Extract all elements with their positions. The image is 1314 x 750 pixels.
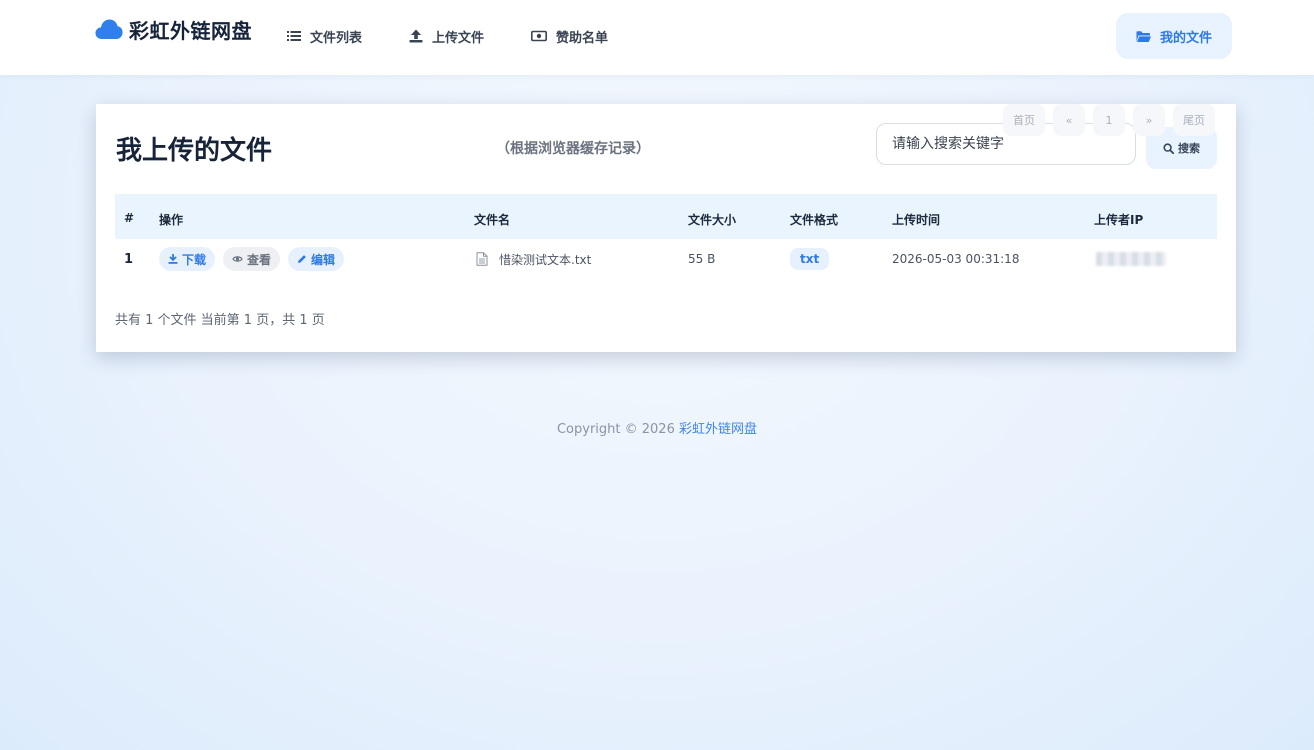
edit-button[interactable]: 编辑 bbox=[288, 247, 345, 271]
column-header-upload-time: 上传时间 bbox=[892, 213, 941, 227]
search-button-label: 搜索 bbox=[1178, 142, 1200, 155]
top-navbar: 彩虹外链网盘 文件列表 上传文件 赞助名单 我的文件 bbox=[0, 0, 1314, 75]
brand[interactable]: 彩虹外链网盘 bbox=[95, 15, 252, 43]
last-page-button[interactable]: 尾页 bbox=[1173, 104, 1215, 136]
nav-my-files-label: 我的文件 bbox=[1159, 30, 1212, 46]
row-index: 1 bbox=[124, 251, 134, 267]
cloud-icon bbox=[95, 19, 123, 39]
next-page-button[interactable]: » bbox=[1133, 104, 1165, 136]
blurred-ip bbox=[1096, 252, 1166, 266]
search-icon bbox=[1163, 142, 1174, 154]
column-header-format: 文件格式 bbox=[790, 213, 839, 227]
page-number-button[interactable]: 1 bbox=[1093, 104, 1125, 136]
nav-my-files-button[interactable]: 我的文件 bbox=[1116, 13, 1232, 59]
pencil-icon bbox=[298, 255, 306, 263]
folder-open-icon bbox=[1136, 30, 1151, 42]
column-header-actions: 操作 bbox=[159, 213, 184, 227]
row-uploader-ip bbox=[1096, 239, 1166, 279]
nav-item-label: 文件列表 bbox=[310, 30, 363, 46]
footer-brand-link[interactable]: 彩虹外链网盘 bbox=[679, 422, 757, 437]
page-title: 我上传的文件 bbox=[116, 136, 273, 166]
nav-item-label: 上传文件 bbox=[432, 30, 485, 46]
download-button[interactable]: 下载 bbox=[159, 247, 216, 271]
file-name-link[interactable]: 惜染测试文本.txt bbox=[499, 251, 591, 268]
footer: Copyright © 2026 彩虹外链网盘 bbox=[0, 418, 1314, 437]
edit-label: 编辑 bbox=[311, 252, 336, 267]
page-subtitle: （根据浏览器缓存记录） bbox=[496, 141, 650, 157]
nav-item-upload[interactable]: 上传文件 bbox=[409, 26, 484, 46]
row-filename: 惜染测试文本.txt bbox=[476, 239, 591, 279]
nav-item-file-list[interactable]: 文件列表 bbox=[287, 26, 362, 46]
money-icon bbox=[531, 30, 547, 42]
column-header-uploader-ip: 上传者IP bbox=[1094, 213, 1144, 227]
column-header-size: 文件大小 bbox=[688, 213, 737, 227]
row-size: 55 B bbox=[688, 252, 716, 266]
row-actions: 下载 查看 编辑 bbox=[159, 239, 352, 279]
download-label: 下载 bbox=[182, 252, 207, 267]
first-page-button[interactable]: 首页 bbox=[1003, 104, 1045, 136]
upload-icon bbox=[409, 29, 423, 43]
download-icon bbox=[168, 254, 178, 264]
view-button[interactable]: 查看 bbox=[223, 247, 281, 271]
column-header-filename: 文件名 bbox=[474, 213, 511, 227]
my-files-card: 我上传的文件 （根据浏览器缓存记录） 搜索 # 操作 文件名 文件大小 文件格式… bbox=[96, 104, 1236, 352]
row-format: txt bbox=[790, 239, 830, 279]
column-header-index: # bbox=[124, 211, 135, 225]
pagination-summary: 共有 1 个文件 当前第 1 页，共 1 页 bbox=[115, 313, 325, 328]
row-upload-time: 2026-05-03 00:31:18 bbox=[892, 252, 1020, 266]
format-badge: txt bbox=[790, 248, 830, 270]
brand-name: 彩虹外链网盘 bbox=[129, 18, 252, 43]
table-header: # 操作 文件名 文件大小 文件格式 上传时间 上传者IP bbox=[115, 194, 1217, 239]
table-row: 1 下载 查看 编辑 惜染测试文本.txt 55 B txt 2026-05-0… bbox=[115, 239, 1217, 279]
nav-item-label: 赞助名单 bbox=[556, 30, 609, 46]
copyright-text: Copyright © 2026 bbox=[556, 422, 675, 437]
nav-item-sponsor-list[interactable]: 赞助名单 bbox=[531, 26, 608, 46]
view-label: 查看 bbox=[247, 252, 272, 267]
list-icon bbox=[287, 31, 301, 41]
file-text-icon bbox=[476, 252, 488, 266]
eye-icon bbox=[232, 256, 243, 262]
prev-page-button[interactable]: « bbox=[1053, 104, 1085, 136]
